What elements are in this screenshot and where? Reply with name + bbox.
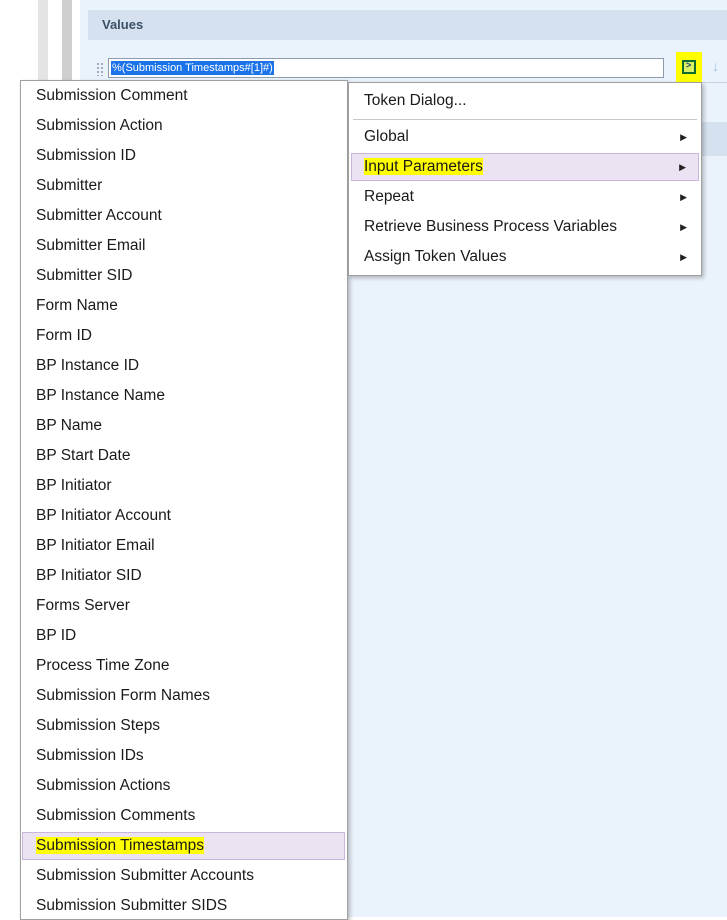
context-menu-item-label: Assign Token Values — [364, 248, 507, 265]
token-list-item[interactable]: BP Initiator Account — [22, 502, 345, 530]
context-menu-item-label: Token Dialog... — [364, 92, 467, 109]
context-menu-item-label: Repeat — [364, 188, 414, 205]
context-menu-item-label: Global — [364, 128, 409, 145]
token-list-item[interactable]: Submitter — [22, 172, 345, 200]
token-list-item[interactable]: Submission Comments — [22, 802, 345, 830]
token-list-item-label: Form Name — [36, 297, 118, 314]
context-menu-item[interactable]: Repeat ▶ — [351, 183, 699, 211]
token-list-item[interactable]: BP Initiator SID — [22, 562, 345, 590]
context-menu-item-label: Input Parameters — [364, 158, 483, 175]
token-picker-icon: > — [686, 60, 692, 70]
submenu-arrow-icon: ▶ — [679, 162, 686, 172]
token-list-item-label: Submitter SID — [36, 267, 133, 284]
token-list-item[interactable]: BP Name — [22, 412, 345, 440]
token-list-item[interactable]: Process Time Zone — [22, 652, 345, 680]
token-list-item-label: Submitter Account — [36, 207, 162, 224]
token-list-item-label: Submission Action — [36, 117, 163, 134]
drag-handle-icon[interactable] — [96, 62, 104, 76]
token-list-item-label: BP Initiator Account — [36, 507, 171, 524]
token-list-item-label: Process Time Zone — [36, 657, 170, 674]
token-list-item-label: Submission ID — [36, 147, 136, 164]
token-list-item-label: BP ID — [36, 627, 77, 644]
token-list-item[interactable]: BP Initiator Email — [22, 532, 345, 560]
token-list-item[interactable]: Submission Steps — [22, 712, 345, 740]
token-list-item-label: BP Instance ID — [36, 357, 140, 374]
token-list-item-label: Submission Form Names — [36, 687, 210, 704]
token-list-item[interactable]: Submission ID — [22, 142, 345, 170]
token-list-item[interactable]: Submission Actions — [22, 772, 345, 800]
context-menu-item[interactable]: Retrieve Business Process Variables ▶ — [351, 213, 699, 241]
values-section-header: Values — [88, 10, 727, 40]
token-list-item-label: BP Name — [36, 417, 103, 434]
token-list-item-label: Submission Comments — [36, 807, 196, 824]
token-list-item-label: Submission IDs — [36, 747, 144, 764]
token-list-item[interactable]: Submission Submitter Accounts — [22, 862, 345, 890]
token-context-menu: Token Dialog... Global ▶ Input Parameters ▶ R… — [348, 82, 702, 276]
input-parameters-submenu: Submission Comment Submission Action Submi… — [20, 80, 348, 920]
token-picker-button[interactable]: > — [682, 60, 696, 74]
context-menu-item[interactable]: Token Dialog... — [351, 87, 699, 115]
token-list-item[interactable]: Form Name — [22, 292, 345, 320]
token-list-item-label: Submission Steps — [36, 717, 161, 734]
token-list-item-label: Submission Timestamps — [36, 837, 204, 854]
token-list-item-label: Submission Actions — [36, 777, 171, 794]
context-menu-item[interactable]: Assign Token Values ▶ — [351, 243, 699, 271]
token-list-item[interactable]: Submitter SID — [22, 262, 345, 290]
token-list-item[interactable]: Submission Timestamps — [22, 832, 345, 860]
token-list-item[interactable]: BP ID — [22, 622, 345, 650]
token-list-item[interactable]: BP Start Date — [22, 442, 345, 470]
submenu-arrow-icon: ▶ — [680, 222, 687, 232]
token-list-item[interactable]: Submission Submitter SIDS — [22, 892, 345, 920]
token-list-item-label: BP Initiator Email — [36, 537, 155, 554]
token-list-item-label: Form ID — [36, 327, 92, 344]
token-list-item[interactable]: Submission IDs — [22, 742, 345, 770]
token-list-item-label: Submission Comment — [36, 87, 188, 104]
token-list-item[interactable]: BP Instance ID — [22, 352, 345, 380]
token-list-item[interactable]: Form ID — [22, 322, 345, 350]
submenu-arrow-icon: ▶ — [680, 132, 687, 142]
context-menu-item-label: Retrieve Business Process Variables — [364, 218, 617, 235]
value-input[interactable]: %(Submission Timestamps#[1]#) — [108, 58, 664, 78]
token-list-item-label: BP Initiator — [36, 477, 112, 494]
token-list-item-label: Submitter Email — [36, 237, 146, 254]
submenu-arrow-icon: ▶ — [680, 252, 687, 262]
selected-token-text[interactable]: %(Submission Timestamps#[1]#) — [111, 61, 274, 75]
token-list-item[interactable]: Submission Action — [22, 112, 345, 140]
token-list-item-label: BP Start Date — [36, 447, 131, 464]
token-list-item-label: BP Instance Name — [36, 387, 165, 404]
context-menu-item[interactable]: Input Parameters ▶ — [351, 153, 699, 181]
token-list-item[interactable]: Submitter Email — [22, 232, 345, 260]
values-section-title: Values — [102, 17, 144, 32]
token-list-item-label: Submitter — [36, 177, 103, 194]
token-list-item[interactable]: BP Initiator — [22, 472, 345, 500]
token-list-item[interactable]: Submission Form Names — [22, 682, 345, 710]
context-menu-item[interactable]: Global ▶ — [351, 123, 699, 151]
token-list-item[interactable]: Submitter Account — [22, 202, 345, 230]
token-list-item[interactable]: Forms Server — [22, 592, 345, 620]
token-list-item-label: Submission Submitter Accounts — [36, 867, 254, 884]
token-list-item[interactable]: BP Instance Name — [22, 382, 345, 410]
token-list-item-label: BP Initiator SID — [36, 567, 142, 584]
menu-separator — [353, 119, 697, 120]
submenu-arrow-icon: ▶ — [680, 192, 687, 202]
token-list-item-label: Forms Server — [36, 597, 130, 614]
token-list-item[interactable]: Submission Comment — [22, 82, 345, 110]
move-down-icon[interactable]: ↓ — [712, 58, 719, 74]
token-list-item-label: Submission Submitter SIDS — [36, 897, 228, 914]
